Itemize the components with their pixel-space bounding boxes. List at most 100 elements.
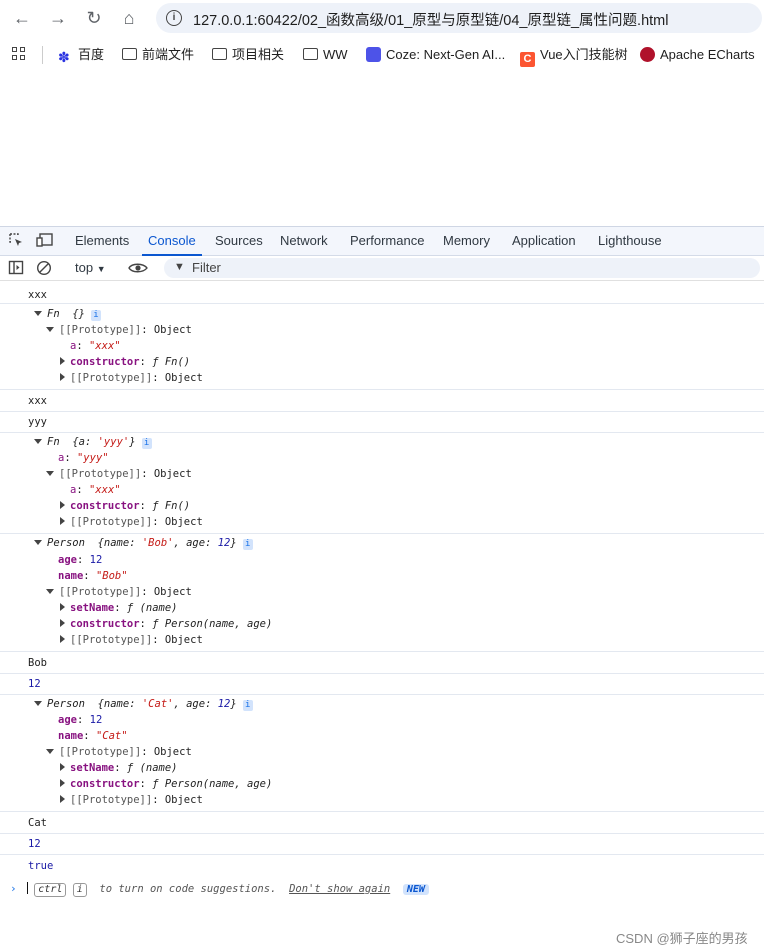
prototype-row[interactable]: [[Prototype]]: Object (60, 794, 764, 806)
object-header-person[interactable]: Person {name: 'Cat', age: 12} i (34, 698, 764, 711)
tab-elements[interactable]: Elements (75, 233, 129, 248)
browser-chrome: ← → ↻ ⌂ i 127.0.0.1:60422/02_函数高级/01_原型与… (0, 0, 764, 76)
property-row: a: "xxx" (70, 340, 121, 352)
bookmark-baidu[interactable]: ✽ 百度 (58, 46, 104, 65)
log-line: xxx (28, 289, 47, 301)
object-header-fn[interactable]: Fn {a: 'yyy'} i (34, 436, 764, 449)
property-row: a: "xxx" (70, 484, 121, 496)
property-row[interactable]: setName: ƒ (name) (60, 762, 764, 774)
collapse-triangle-icon (60, 635, 65, 643)
expand-triangle-icon (34, 701, 42, 706)
prototype-row[interactable]: [[Prototype]]: Object (60, 372, 764, 384)
collapse-triangle-icon (60, 795, 65, 803)
tab-performance[interactable]: Performance (350, 233, 424, 248)
tab-lighthouse[interactable]: Lighthouse (598, 233, 662, 248)
prompt-chevron-icon: › (10, 882, 17, 895)
property-row: age: 12 (58, 714, 103, 726)
devtools-panel: Elements Console Sources Network Perform… (0, 226, 764, 950)
reload-button[interactable]: ↻ (82, 6, 106, 30)
bookmark-folder-ww[interactable]: WW (303, 46, 348, 64)
site-info-icon[interactable]: i (166, 10, 182, 26)
filter-funnel-icon: ▼ (174, 261, 185, 273)
address-row: ← → ↻ ⌂ i 127.0.0.1:60422/02_函数高级/01_原型与… (0, 0, 764, 36)
coze-icon (366, 47, 381, 62)
prototype-row[interactable]: [[Prototype]]: Object (46, 586, 764, 598)
bookmark-echarts[interactable]: Apache ECharts (640, 46, 755, 64)
prototype-row[interactable]: [[Prototype]]: Object (46, 746, 764, 758)
collapse-triangle-icon (60, 357, 65, 365)
collapse-triangle-icon (60, 501, 65, 509)
expand-triangle-icon (46, 749, 54, 754)
info-icon: i (141, 438, 152, 449)
prototype-row[interactable]: [[Prototype]]: Object (60, 634, 764, 646)
folder-icon (122, 48, 137, 60)
cursor (26, 882, 28, 894)
watermark: CSDN @狮子座的男孩 (616, 931, 748, 946)
chevron-down-icon: ▼ (96, 264, 106, 274)
bookmark-folder-projects[interactable]: 项目相关 (212, 46, 284, 64)
csdn-c-icon: C (520, 52, 535, 67)
kbd-i: i (72, 883, 87, 897)
tab-sources[interactable]: Sources (215, 233, 263, 248)
filter-input[interactable]: ▼ Filter (164, 258, 760, 278)
prototype-row[interactable]: [[Prototype]]: Object (46, 324, 764, 336)
expand-triangle-icon (34, 540, 42, 545)
filter-placeholder: Filter (192, 260, 221, 275)
expand-triangle-icon (46, 327, 54, 332)
tab-network[interactable]: Network (280, 233, 328, 248)
collapse-triangle-icon (60, 763, 65, 771)
live-expression-eye-icon[interactable] (128, 260, 148, 276)
log-line: xxx (28, 395, 47, 407)
expand-triangle-icon (46, 471, 54, 476)
log-line: 12 (28, 838, 41, 850)
property-row[interactable]: constructor: ƒ Person(name, age) (60, 778, 764, 790)
collapse-triangle-icon (60, 603, 65, 611)
object-header-fn[interactable]: Fn {} i (34, 308, 764, 321)
log-line: Cat (28, 817, 47, 829)
devtools-tabbar: Elements Console Sources Network Perform… (0, 226, 764, 256)
collapse-triangle-icon (60, 517, 65, 525)
device-toolbar-icon[interactable] (36, 232, 53, 248)
log-line: Bob (28, 657, 47, 669)
console-toolbar: top ▼ ▼ Filter (0, 256, 764, 281)
collapse-triangle-icon (60, 779, 65, 787)
tab-application[interactable]: Application (512, 233, 576, 248)
tab-console[interactable]: Console (142, 233, 202, 256)
info-icon: i (242, 539, 253, 550)
clear-console-icon[interactable] (36, 260, 52, 276)
bookmark-folder-frontend[interactable]: 前端文件 (122, 46, 194, 64)
property-row: a: "yyy" (58, 452, 109, 464)
folder-icon (303, 48, 318, 60)
expand-triangle-icon (34, 311, 42, 316)
forward-button[interactable]: → (46, 6, 70, 30)
object-header-person[interactable]: Person {name: 'Bob', age: 12} i (34, 537, 764, 550)
back-button[interactable]: ← (10, 6, 34, 30)
hint-text: to turn on code suggestions. (99, 883, 277, 895)
collapse-triangle-icon (60, 619, 65, 627)
prototype-row[interactable]: [[Prototype]]: Object (60, 516, 764, 528)
dont-show-again-link[interactable]: Don't show again (289, 883, 390, 895)
property-row: name: "Cat" (58, 730, 128, 742)
url-text: 127.0.0.1:60422/02_函数高级/01_原型与原型链/04_原型链… (193, 13, 669, 29)
property-row[interactable]: constructor: ƒ Person(name, age) (60, 618, 764, 630)
bookmark-vue[interactable]: C Vue入门技能树 (520, 46, 628, 67)
tab-memory[interactable]: Memory (443, 233, 490, 248)
inspect-element-icon[interactable] (8, 232, 24, 248)
sidebar-toggle-icon[interactable] (8, 260, 24, 276)
folder-icon (212, 48, 227, 60)
property-row: age: 12 (58, 554, 103, 566)
console-prompt[interactable]: › ctrl i to turn on code suggestions. Do… (10, 882, 764, 897)
log-line: yyy (28, 416, 47, 428)
bookmark-coze[interactable]: Coze: Next-Gen AI... (366, 46, 505, 64)
expand-triangle-icon (46, 589, 54, 594)
address-bar[interactable]: i 127.0.0.1:60422/02_函数高级/01_原型与原型链/04_原… (156, 3, 762, 33)
property-row[interactable]: constructor: ƒ Fn() (60, 500, 764, 512)
home-button[interactable]: ⌂ (117, 6, 141, 30)
context-selector[interactable]: top ▼ (75, 260, 106, 275)
property-row[interactable]: constructor: ƒ Fn() (60, 356, 764, 368)
collapse-triangle-icon (60, 373, 65, 381)
info-icon: i (90, 310, 101, 321)
property-row[interactable]: setName: ƒ (name) (60, 602, 764, 614)
info-icon: i (242, 700, 253, 711)
prototype-row[interactable]: [[Prototype]]: Object (46, 468, 764, 480)
